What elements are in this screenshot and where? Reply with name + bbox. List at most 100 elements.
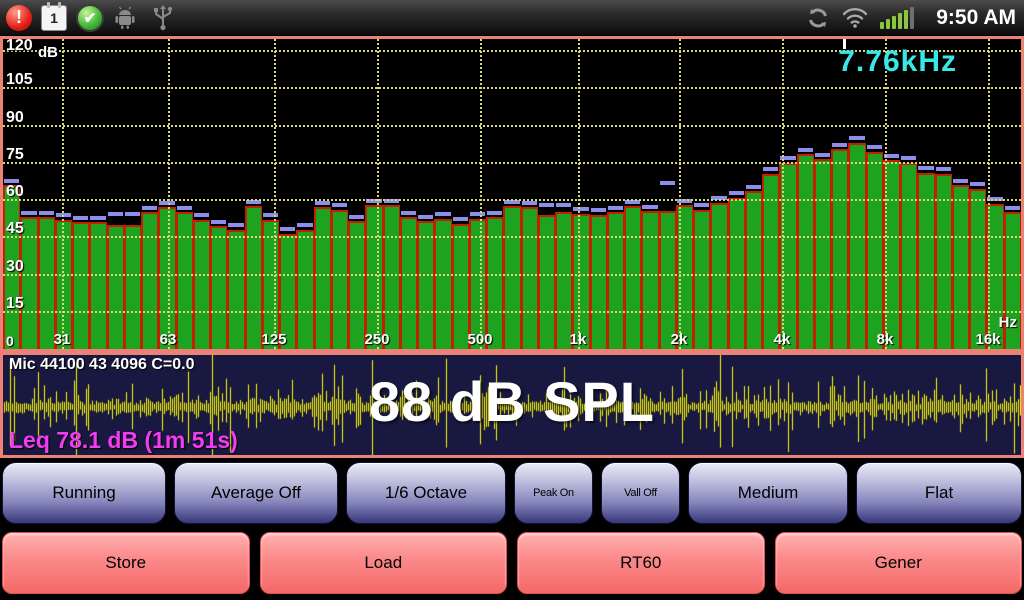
peak-cap	[177, 206, 192, 210]
peak-cap	[591, 208, 606, 212]
signal-icon	[880, 7, 914, 29]
peak-cap	[487, 211, 502, 215]
rt60-button[interactable]: RT60	[517, 532, 765, 594]
freq-tick-label: 1k	[558, 331, 598, 348]
peak-cap	[332, 203, 347, 207]
db-tick-label: 75	[6, 146, 24, 164]
spectrum-bar	[538, 215, 555, 349]
spectrum-bar	[348, 221, 365, 349]
generator-button[interactable]: Gener	[775, 532, 1023, 594]
peak-cap	[849, 136, 864, 140]
calendar-icon: 1	[41, 5, 67, 31]
spl-readout: 88 dB SPL	[3, 369, 1021, 434]
peak-cap	[4, 179, 19, 183]
spectrum-bar	[176, 212, 193, 349]
peak-cap	[832, 143, 847, 147]
freq-tick-label: 16k	[968, 331, 1008, 348]
peak-cap	[194, 213, 209, 217]
peak-cap	[936, 167, 951, 171]
speed-button[interactable]: Medium	[688, 462, 848, 524]
peak-button[interactable]: Peak On	[514, 462, 593, 524]
gridline-v	[679, 39, 681, 349]
freq-tick-label: 4k	[762, 331, 802, 348]
control-row-1: Running Average Off 1/6 Octave Peak On V…	[2, 462, 1022, 524]
peak-cap	[125, 212, 140, 216]
spectrum-bar	[245, 206, 262, 349]
peak-cap	[90, 216, 105, 220]
freq-tick-label: 31	[42, 331, 82, 348]
peak-cap	[418, 215, 433, 219]
wifi-icon	[842, 7, 868, 29]
gridline-v	[885, 39, 887, 349]
spectrum-bar	[262, 220, 279, 349]
spectrum-plot[interactable]: 120105907560453015dB31631252505001k2k4k8…	[3, 39, 1021, 349]
peak-cap	[159, 201, 174, 205]
spectrum-bar	[659, 211, 676, 349]
spectrum-bar	[866, 152, 883, 349]
peak-cap	[573, 207, 588, 211]
peak-cap	[522, 201, 537, 205]
spectrum-bar	[331, 210, 348, 349]
gridline-v	[377, 39, 379, 349]
status-icons-right: 9:50 AM	[806, 6, 1016, 30]
peak-cap	[746, 185, 761, 189]
load-button[interactable]: Load	[260, 532, 508, 594]
spectrum-bar	[848, 143, 865, 349]
freq-tick-label: 125	[254, 331, 294, 348]
octave-button[interactable]: 1/6 Octave	[346, 462, 506, 524]
average-button[interactable]: Average Off	[174, 462, 338, 524]
spectrum-bar	[555, 212, 572, 349]
db-tick-label: 120	[6, 37, 33, 55]
spectrum-bar	[314, 207, 331, 349]
spectrum-bar	[296, 230, 313, 349]
spectrum-bar	[900, 163, 917, 349]
peak-cap	[297, 223, 312, 227]
spectrum-bar	[107, 225, 124, 349]
spectrum-bar	[72, 222, 89, 349]
store-button[interactable]: Store	[2, 532, 250, 594]
spectrum-bar	[590, 215, 607, 349]
running-button[interactable]: Running	[2, 462, 166, 524]
audiotool-screen: ! 1 ✔	[0, 0, 1024, 600]
gridline-h	[3, 199, 1021, 201]
spectrum-bar	[641, 211, 658, 349]
spectrum-bar	[969, 189, 986, 349]
peak-cap	[729, 191, 744, 195]
gridline-h	[3, 236, 1021, 238]
freq-tick-label: 2k	[659, 331, 699, 348]
gridline-v	[480, 39, 482, 349]
peak-cap	[642, 205, 657, 209]
valley-button[interactable]: Vall Off	[601, 462, 680, 524]
db-tick-label: 105	[6, 71, 33, 89]
peak-cap	[280, 227, 295, 231]
spectrum-bar	[227, 230, 244, 349]
peak-cap	[815, 153, 830, 157]
spectrum-bar	[210, 226, 227, 349]
peak-cap	[39, 211, 54, 215]
peak-cap	[539, 203, 554, 207]
spectrum-bar	[624, 206, 641, 349]
spectrum-bar	[797, 154, 814, 349]
gridline-v	[578, 39, 580, 349]
status-icons-left: ! 1 ✔	[6, 4, 174, 32]
spectrum-bar	[831, 149, 848, 349]
peak-cap	[763, 167, 778, 171]
spectrum-bar	[383, 205, 400, 349]
peak-cap	[21, 211, 36, 215]
freq-zero-label: 0	[6, 333, 14, 349]
peak-cap	[953, 179, 968, 183]
spectrum-bar	[607, 212, 624, 349]
weighting-button[interactable]: Flat	[856, 462, 1022, 524]
peak-cap	[970, 182, 985, 186]
db-tick-label: 60	[6, 183, 24, 201]
spectrum-bar	[952, 185, 969, 349]
freq-axis-unit-label: Hz	[999, 314, 1017, 331]
control-row-2: Store Load RT60 Gener	[2, 532, 1022, 594]
peak-cap	[798, 148, 813, 152]
status-bar[interactable]: ! 1 ✔	[0, 0, 1024, 36]
peak-cap	[660, 181, 675, 185]
spectrum-bar	[503, 206, 520, 349]
spectrum-bar	[814, 159, 831, 349]
freq-tick-label: 8k	[865, 331, 905, 348]
leq-readout: Leq 78.1 dB (1m 51s)	[9, 427, 238, 454]
